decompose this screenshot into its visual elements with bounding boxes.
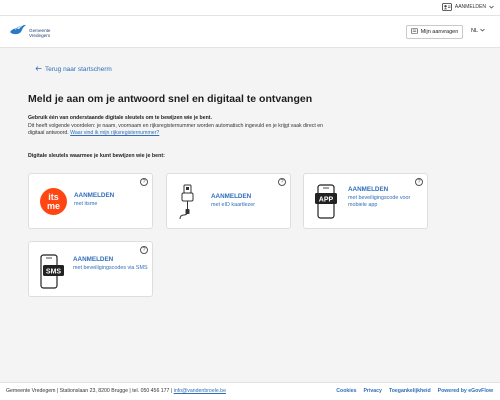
footer-email-link[interactable]: info@vandenbroele.be xyxy=(174,388,226,394)
login-card-mobile-app[interactable]: ? APP AANMELDEN met beveiligingscode voo… xyxy=(303,173,428,229)
card-title: AANMELDEN xyxy=(73,256,114,263)
footer-address-text: Gemeente Vredegem | Stationslaan 23, 820… xyxy=(6,388,174,394)
footer-link-powered-by[interactable]: Powered by eGovFlow xyxy=(438,388,493,394)
footer-links: Cookies Privacy Toegankelijkheid Powered… xyxy=(336,388,493,394)
logo-text: Gemeente Vredegem xyxy=(29,28,50,38)
footer-link-cookies[interactable]: Cookies xyxy=(336,388,356,394)
card-reader-icon xyxy=(179,184,199,227)
chevron-down-icon xyxy=(489,5,494,9)
help-icon[interactable]: ? xyxy=(140,178,148,186)
top-bar: AANMELDEN xyxy=(0,0,500,16)
digital-keys-label: Digitale sleutels waarmee je kunt bewijz… xyxy=(28,153,165,159)
list-icon xyxy=(410,28,418,36)
card-title: AANMELDEN xyxy=(211,193,252,200)
top-login-button[interactable]: AANMELDEN xyxy=(441,3,494,11)
municipality-logo[interactable]: Gemeente Vredegem xyxy=(9,23,50,42)
card-subtitle: met beveiligingscode voor mobiele app xyxy=(348,195,411,208)
card-text: AANMELDEN met eID kaartlezer xyxy=(211,193,255,209)
language-selector[interactable]: NL xyxy=(471,28,485,34)
dove-icon xyxy=(9,23,27,42)
id-card-icon xyxy=(441,3,452,11)
card-text: AANMELDEN met beveiligingscodes via SMS xyxy=(73,256,149,272)
sms-badge: SMS xyxy=(46,269,62,276)
help-icon[interactable]: ? xyxy=(278,178,286,186)
intro-heading: Gebruik één van onderstaande digitale sl… xyxy=(28,115,212,121)
arrow-left-icon xyxy=(35,66,42,73)
card-subtitle: met beveiligingscodes via SMS xyxy=(73,265,148,271)
back-to-start-link[interactable]: Terug naar startscherm xyxy=(35,66,112,73)
card-title: AANMELDEN xyxy=(348,186,389,193)
my-requests-label: Mijn aanvragen xyxy=(420,29,459,35)
national-number-help-link[interactable]: Waar vind ik mijn rijksregisternummer? xyxy=(70,130,159,136)
card-text: AANMELDEN met itsme xyxy=(74,192,114,208)
logo-line1: Gemeente xyxy=(29,27,51,33)
card-title: AANMELDEN xyxy=(74,192,115,199)
mobile-app-icon: APP xyxy=(313,184,343,225)
site-header: Gemeente Vredegem Mijn aanvragen NL xyxy=(0,16,500,48)
back-link-label: Terug naar startscherm xyxy=(45,66,112,73)
help-icon[interactable]: ? xyxy=(415,178,423,186)
login-card-eid[interactable]: ? AANMELDEN met eID kaartlezer xyxy=(166,173,291,229)
login-card-sms[interactable]: ? SMS AANMELDEN met beveiligingscodes vi… xyxy=(28,241,153,297)
language-label: NL xyxy=(471,28,479,34)
card-text: AANMELDEN met beveiligingscode voor mobi… xyxy=(348,186,422,209)
login-card-itsme[interactable]: ? its me AANMELDEN met itsme xyxy=(28,173,153,229)
footer-link-privacy[interactable]: Privacy xyxy=(363,388,381,394)
site-footer: Gemeente Vredegem | Stationslaan 23, 820… xyxy=(0,382,500,400)
logo-line2: Vredegem xyxy=(29,32,51,38)
help-icon[interactable]: ? xyxy=(140,246,148,254)
top-login-label: AANMELDEN xyxy=(454,4,486,10)
sms-phone-icon: SMS xyxy=(38,254,68,295)
app-badge: APP xyxy=(319,197,334,204)
intro-text: Dit heeft volgende voordelen: je naam, v… xyxy=(28,123,328,137)
card-subtitle: met itsme xyxy=(74,201,98,207)
itsme-logo-icon: its me xyxy=(40,188,67,220)
itsme-logo-text-2: me xyxy=(47,201,60,211)
page-title: Meld je aan om je antwoord snel en digit… xyxy=(28,93,313,105)
chevron-down-icon xyxy=(480,28,485,34)
my-requests-button[interactable]: Mijn aanvragen xyxy=(406,25,463,39)
footer-address: Gemeente Vredegem | Stationslaan 23, 820… xyxy=(6,388,226,394)
card-subtitle: met eID kaartlezer xyxy=(211,202,256,208)
footer-link-accessibility[interactable]: Toegankelijkheid xyxy=(389,388,431,394)
